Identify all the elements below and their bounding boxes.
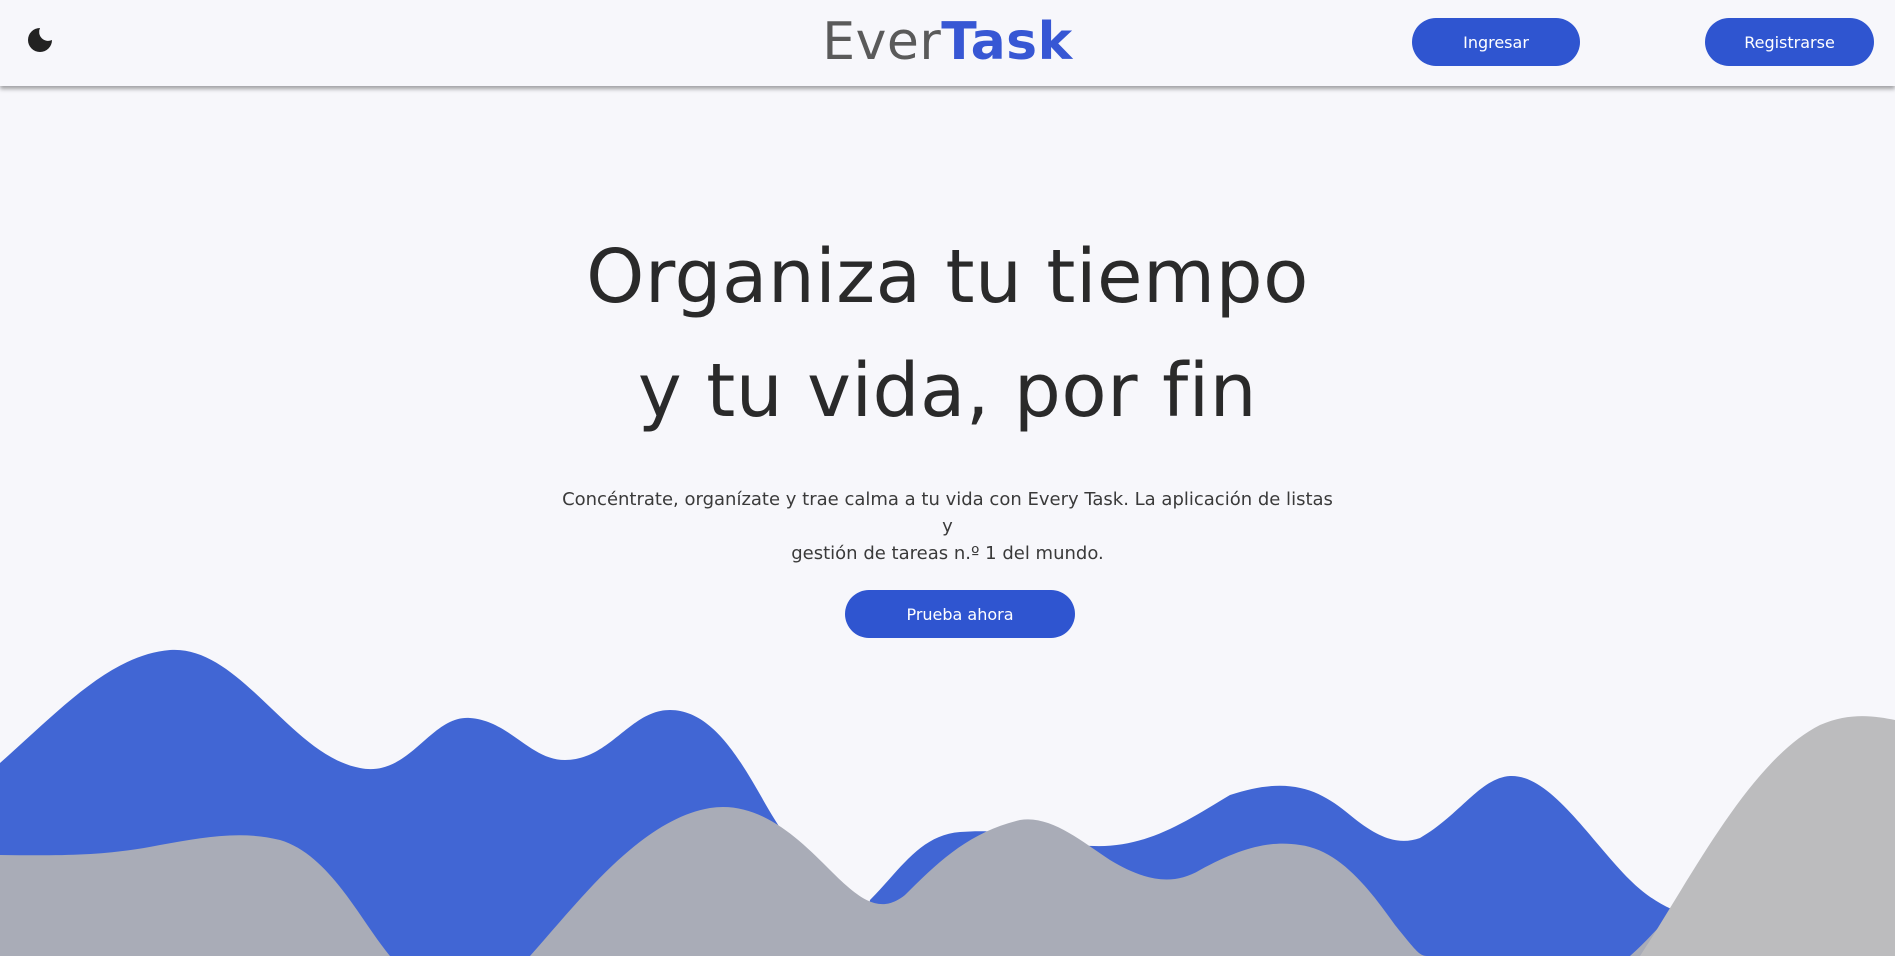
hero-title: Organiza tu tiempo y tu vida, por fin xyxy=(0,220,1895,448)
top-navbar: EverTask Ingresar Registrarse xyxy=(0,0,1895,86)
logo-text-ever: Ever xyxy=(822,12,942,72)
decorative-waves xyxy=(0,649,1895,956)
grey-wave-right-peak xyxy=(1640,716,1895,956)
logo-text-task: Task xyxy=(941,12,1073,72)
hero-subtitle: Concéntrate, organízate y trae calma a t… xyxy=(560,486,1335,567)
try-now-button[interactable]: Prueba ahora xyxy=(845,590,1075,638)
hero-title-line-1: Organiza tu tiempo xyxy=(586,234,1309,320)
hero-subtitle-line-2: gestión de tareas n.º 1 del mundo. xyxy=(791,543,1104,564)
hero-subtitle-line-1: Concéntrate, organízate y trae calma a t… xyxy=(562,489,1333,537)
hero-title-line-2: y tu vida, por fin xyxy=(637,348,1258,434)
register-button[interactable]: Registrarse xyxy=(1705,18,1874,66)
login-button[interactable]: Ingresar xyxy=(1412,18,1580,66)
brand-logo[interactable]: EverTask xyxy=(0,12,1895,72)
